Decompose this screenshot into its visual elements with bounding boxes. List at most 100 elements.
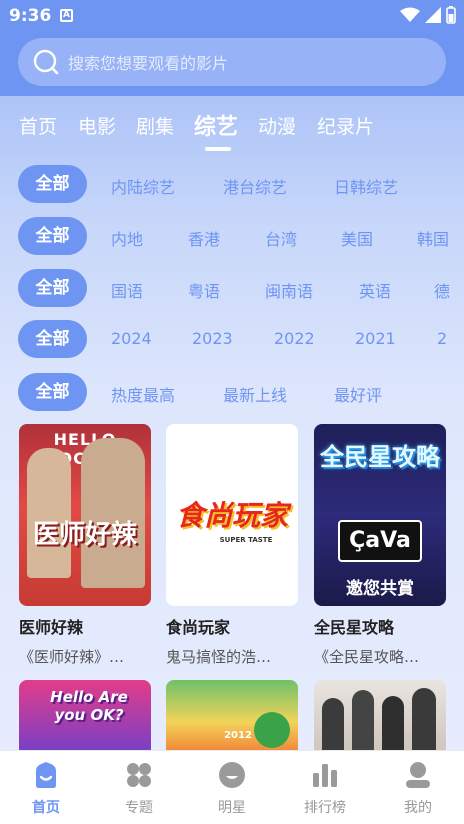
filter-option[interactable]: 美国	[341, 226, 373, 250]
filter-option[interactable]: 国语	[111, 278, 143, 302]
ranking-icon	[313, 764, 337, 787]
star-icon	[219, 762, 245, 788]
battery-icon	[446, 6, 456, 24]
show-card[interactable]	[314, 680, 446, 750]
poster-title-text: 食尚玩家	[175, 499, 288, 532]
active-tab-indicator	[205, 147, 231, 151]
tab-movies[interactable]: 电影	[78, 112, 116, 139]
filter-option[interactable]: 内陆综艺	[111, 174, 175, 198]
filter-option[interactable]: 内地	[111, 226, 143, 250]
filter-option[interactable]: 热度最高	[111, 382, 175, 406]
filter-option[interactable]: 最好评	[334, 382, 382, 406]
poster-brand-sub: 邀您共賞	[346, 579, 414, 599]
status-icons	[400, 6, 456, 24]
filter-all-button[interactable]: 全部	[18, 320, 87, 358]
home-icon	[36, 762, 56, 788]
filter-option[interactable]: 粤语	[188, 278, 220, 302]
show-description: 鬼马搞怪的浩…	[166, 648, 272, 666]
nav-item-stars[interactable]: 明星	[202, 751, 262, 824]
tab-documentary[interactable]: 纪录片	[317, 112, 374, 139]
nav-item-topics[interactable]: 专题	[109, 751, 169, 824]
poster-decoration	[352, 690, 374, 750]
notification-icon: A	[60, 9, 73, 22]
category-tabs: 首页 电影 剧集 综艺 动漫 纪录片	[0, 96, 464, 152]
filter-row-language: 全部 国语 粤语 闽南语 英语 德	[0, 269, 464, 309]
show-card[interactable]: 2012	[166, 680, 298, 750]
filter-option[interactable]: 港台综艺	[223, 174, 287, 198]
status-bar: 9:36 A	[0, 0, 464, 32]
status-time: 9:36	[9, 6, 52, 26]
show-card[interactable]: 全民星攻略 ÇaVa 邀您共賞 全民星攻略 《全民星攻略…	[314, 424, 446, 667]
header: 9:36 A 搜索您想要观看的影片	[0, 0, 464, 96]
search-placeholder: 搜索您想要观看的影片	[68, 54, 229, 73]
filter-option[interactable]: 香港	[188, 226, 220, 250]
show-description: 《全民星攻略…	[314, 648, 420, 666]
filter-option[interactable]: 2022	[274, 329, 315, 348]
tab-variety[interactable]: 综艺	[194, 109, 238, 141]
tab-series[interactable]: 剧集	[136, 112, 174, 139]
show-poster[interactable]: 2012	[166, 680, 298, 750]
filter-all-button[interactable]: 全部	[18, 269, 87, 307]
filter-option[interactable]: 2024	[111, 329, 152, 348]
tab-home[interactable]: 首页	[19, 112, 57, 139]
profile-icon	[406, 762, 430, 788]
nav-label: 首页	[32, 800, 60, 816]
filter-all-button[interactable]: 全部	[18, 373, 87, 411]
filter-all-button[interactable]: 全部	[18, 217, 87, 255]
filter-option[interactable]: 台湾	[265, 226, 297, 250]
filter-option[interactable]: 最新上线	[223, 382, 287, 406]
show-description: 《医师好辣》…	[19, 648, 125, 666]
topics-icon	[127, 763, 151, 787]
show-card[interactable]: Hello Are you OK?	[19, 680, 151, 750]
tab-anime[interactable]: 动漫	[258, 112, 296, 139]
filter-option[interactable]: 日韩综艺	[334, 174, 398, 198]
filter-all-button[interactable]: 全部	[18, 165, 87, 203]
filter-row-region: 全部 内地 香港 台湾 美国 韩国	[0, 217, 464, 257]
poster-title-text: 医师好辣	[32, 520, 137, 550]
filter-row-year: 全部 2024 2023 2022 2021 2	[0, 320, 464, 360]
nav-item-profile[interactable]: 我的	[388, 751, 448, 824]
filter-row-sort: 全部 热度最高 最新上线 最好评	[0, 373, 464, 413]
show-card[interactable]: 食尚玩家 SUPER TASTE 食尚玩家 鬼马搞怪的浩…	[166, 424, 298, 667]
bottom-nav: 首页 专题 明星 排行榜 我的	[0, 750, 464, 824]
filter-option[interactable]: 英语	[359, 278, 391, 302]
host-figure	[81, 438, 145, 588]
poster-title-text: 2012	[224, 730, 252, 741]
poster-decoration	[412, 688, 436, 750]
show-card[interactable]: HELLO DOCTOR 医师好辣 医师好辣 《医师好辣》…	[19, 424, 151, 667]
poster-title-text: Hello Are you OK?	[50, 688, 128, 724]
show-poster[interactable]: 全民星攻略 ÇaVa 邀您共賞	[314, 424, 446, 606]
signal-icon	[425, 7, 441, 23]
nav-item-ranking[interactable]: 排行榜	[295, 751, 355, 824]
filter-option[interactable]: 2023	[192, 329, 233, 348]
nav-item-home[interactable]: 首页	[16, 751, 76, 824]
content-area: 首页 电影 剧集 综艺 动漫 纪录片 全部 内陆综艺 港台综艺 日韩综艺 全部 …	[0, 96, 464, 750]
poster-sub-text: SUPER TASTE	[219, 536, 273, 544]
nav-label: 排行榜	[304, 800, 346, 816]
host-figure	[27, 448, 71, 578]
search-icon	[33, 49, 59, 75]
wifi-icon	[400, 7, 420, 22]
show-poster[interactable]: HELLO DOCTOR 医师好辣	[19, 424, 151, 606]
poster-decoration	[254, 712, 290, 748]
poster-brand: ÇaVa	[338, 520, 422, 562]
filter-option[interactable]: 韩国	[417, 226, 464, 250]
show-poster[interactable]	[314, 680, 446, 750]
show-title: 食尚玩家	[166, 618, 231, 637]
show-title: 全民星攻略	[314, 618, 395, 637]
poster-decoration	[322, 698, 344, 750]
nav-label: 明星	[218, 800, 246, 816]
show-poster[interactable]: Hello Are you OK?	[19, 680, 151, 750]
nav-label: 我的	[404, 800, 432, 816]
poster-title-text: 全民星攻略	[320, 443, 440, 471]
filter-option[interactable]: 闽南语	[265, 278, 313, 302]
filter-row-type: 全部 内陆综艺 港台综艺 日韩综艺	[0, 165, 464, 205]
search-input[interactable]: 搜索您想要观看的影片	[18, 38, 446, 86]
filter-option[interactable]: 2021	[355, 329, 396, 348]
filter-option[interactable]: 德	[434, 278, 464, 302]
show-poster[interactable]: 食尚玩家 SUPER TASTE	[166, 424, 298, 606]
poster-decoration	[382, 696, 404, 750]
filter-option[interactable]: 2	[437, 329, 447, 348]
nav-label: 专题	[125, 800, 153, 816]
show-title: 医师好辣	[19, 618, 84, 637]
